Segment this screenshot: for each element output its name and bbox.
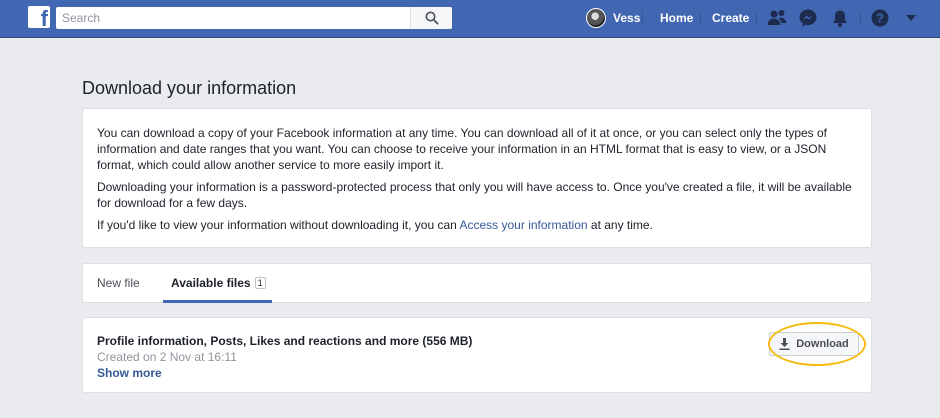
tab-new-file[interactable]: New file	[97, 264, 140, 302]
tab-available-files-label: Available files	[171, 276, 251, 290]
svg-text:?: ?	[876, 11, 884, 26]
highlight-ring	[768, 322, 866, 366]
search-button[interactable]	[410, 7, 452, 29]
facebook-logo-icon[interactable]: f	[28, 6, 50, 30]
info-paragraph-2: Downloading your information is a passwo…	[97, 180, 852, 210]
file-created-date: Created on 2 Nov at 16:11	[97, 350, 237, 364]
nav-divider	[756, 11, 757, 25]
tab-new-file-label: New file	[97, 276, 140, 290]
nav-divider	[700, 11, 701, 25]
nav-divider	[860, 11, 861, 25]
search-input[interactable]	[62, 10, 402, 26]
nav-divider	[642, 11, 643, 25]
access-your-information-link[interactable]: Access your information	[460, 218, 588, 232]
messenger-icon[interactable]	[798, 8, 818, 28]
page-title: Download your information	[82, 78, 297, 98]
search-box	[56, 7, 452, 29]
tabs-bar: New file Available files 1	[82, 263, 872, 303]
info-paragraph-3-text: If you'd like to view your information w…	[97, 218, 460, 232]
home-link[interactable]: Home	[660, 11, 693, 25]
create-link[interactable]: Create	[712, 11, 749, 25]
profile-name: Vess	[613, 11, 641, 25]
show-more-link[interactable]: Show more	[97, 366, 162, 380]
info-paragraph-3: If you'd like to view your information w…	[97, 217, 857, 233]
file-card: Profile information, Posts, Likes and re…	[82, 317, 872, 393]
info-paragraph-3-text-end: at any time.	[587, 218, 653, 232]
info-paragraph-1: You can download a copy of your Facebook…	[97, 126, 828, 172]
avatar	[586, 8, 606, 28]
available-files-count-badge: 1	[254, 277, 266, 289]
search-icon	[425, 11, 439, 25]
chevron-down-icon[interactable]	[904, 13, 918, 23]
profile-link[interactable]: Vess	[586, 7, 640, 29]
friends-icon[interactable]	[766, 8, 788, 28]
file-title: Profile information, Posts, Likes and re…	[97, 334, 473, 348]
tab-available-files[interactable]: Available files 1	[163, 264, 272, 303]
top-navigation-bar: f Vess Home Create ?	[0, 0, 940, 38]
info-card: You can download a copy of your Facebook…	[82, 108, 872, 248]
notifications-icon[interactable]	[830, 8, 850, 28]
help-icon[interactable]: ?	[870, 8, 890, 28]
